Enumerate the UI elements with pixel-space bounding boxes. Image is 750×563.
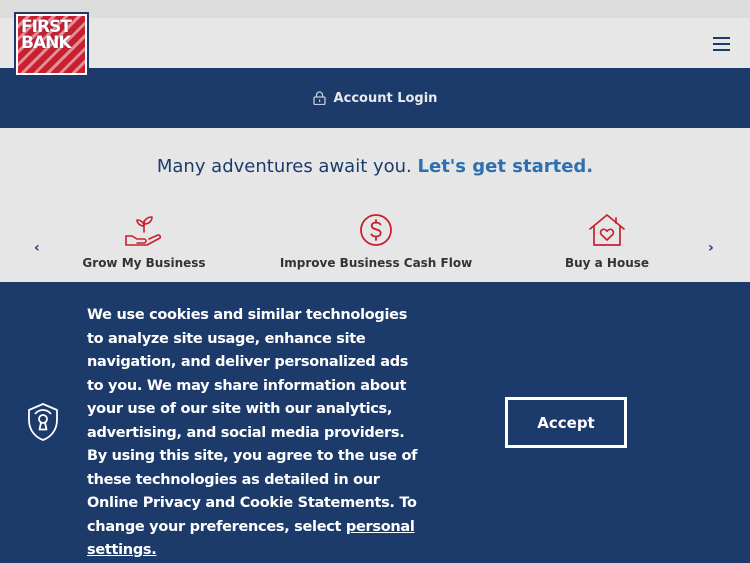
headline-text: Many adventures await you. [156,156,412,177]
get-started-link[interactable]: Let's get started. [418,156,594,177]
account-login-label: Account Login [333,90,438,106]
cookie-message-text: We use cookies and similar technologies … [87,307,418,535]
cookie-message: We use cookies and similar technologies … [87,304,422,563]
carousel-item-label: Improve Business Cash Flow [279,256,473,270]
top-strip [0,0,750,18]
plant-hand-icon [125,216,162,246]
adventures-section: Many adventures await you. Let's get sta… [0,128,750,282]
chevron-right-icon[interactable]: › [708,240,714,256]
hero-headline: Many adventures await you. Let's get sta… [0,156,750,177]
account-login-link[interactable]: Account Login [312,90,438,106]
shield-keyhole-icon [28,403,58,441]
dollar-circle-icon [360,214,392,246]
cookie-consent-banner: We use cookies and similar technologies … [0,282,750,563]
carousel-item-buy-house[interactable]: Buy a House [507,212,707,270]
carousel-item-cash-flow[interactable]: Improve Business Cash Flow [276,212,476,270]
accept-button[interactable]: Accept [505,397,627,448]
first-bank-logo[interactable]: FIRST BANK [14,12,89,77]
hamburger-menu-icon[interactable] [713,37,730,51]
house-heart-icon [589,214,625,246]
carousel-item-label: Buy a House [564,256,650,270]
logo-line-2: BANK [21,33,72,53]
header [0,18,750,68]
carousel-item-grow-business[interactable]: Grow My Business [44,212,244,270]
chevron-left-icon[interactable]: ‹ [34,240,40,256]
carousel-item-label: Grow My Business [82,256,206,270]
lock-icon [312,91,326,105]
login-bar: Account Login [0,68,750,128]
